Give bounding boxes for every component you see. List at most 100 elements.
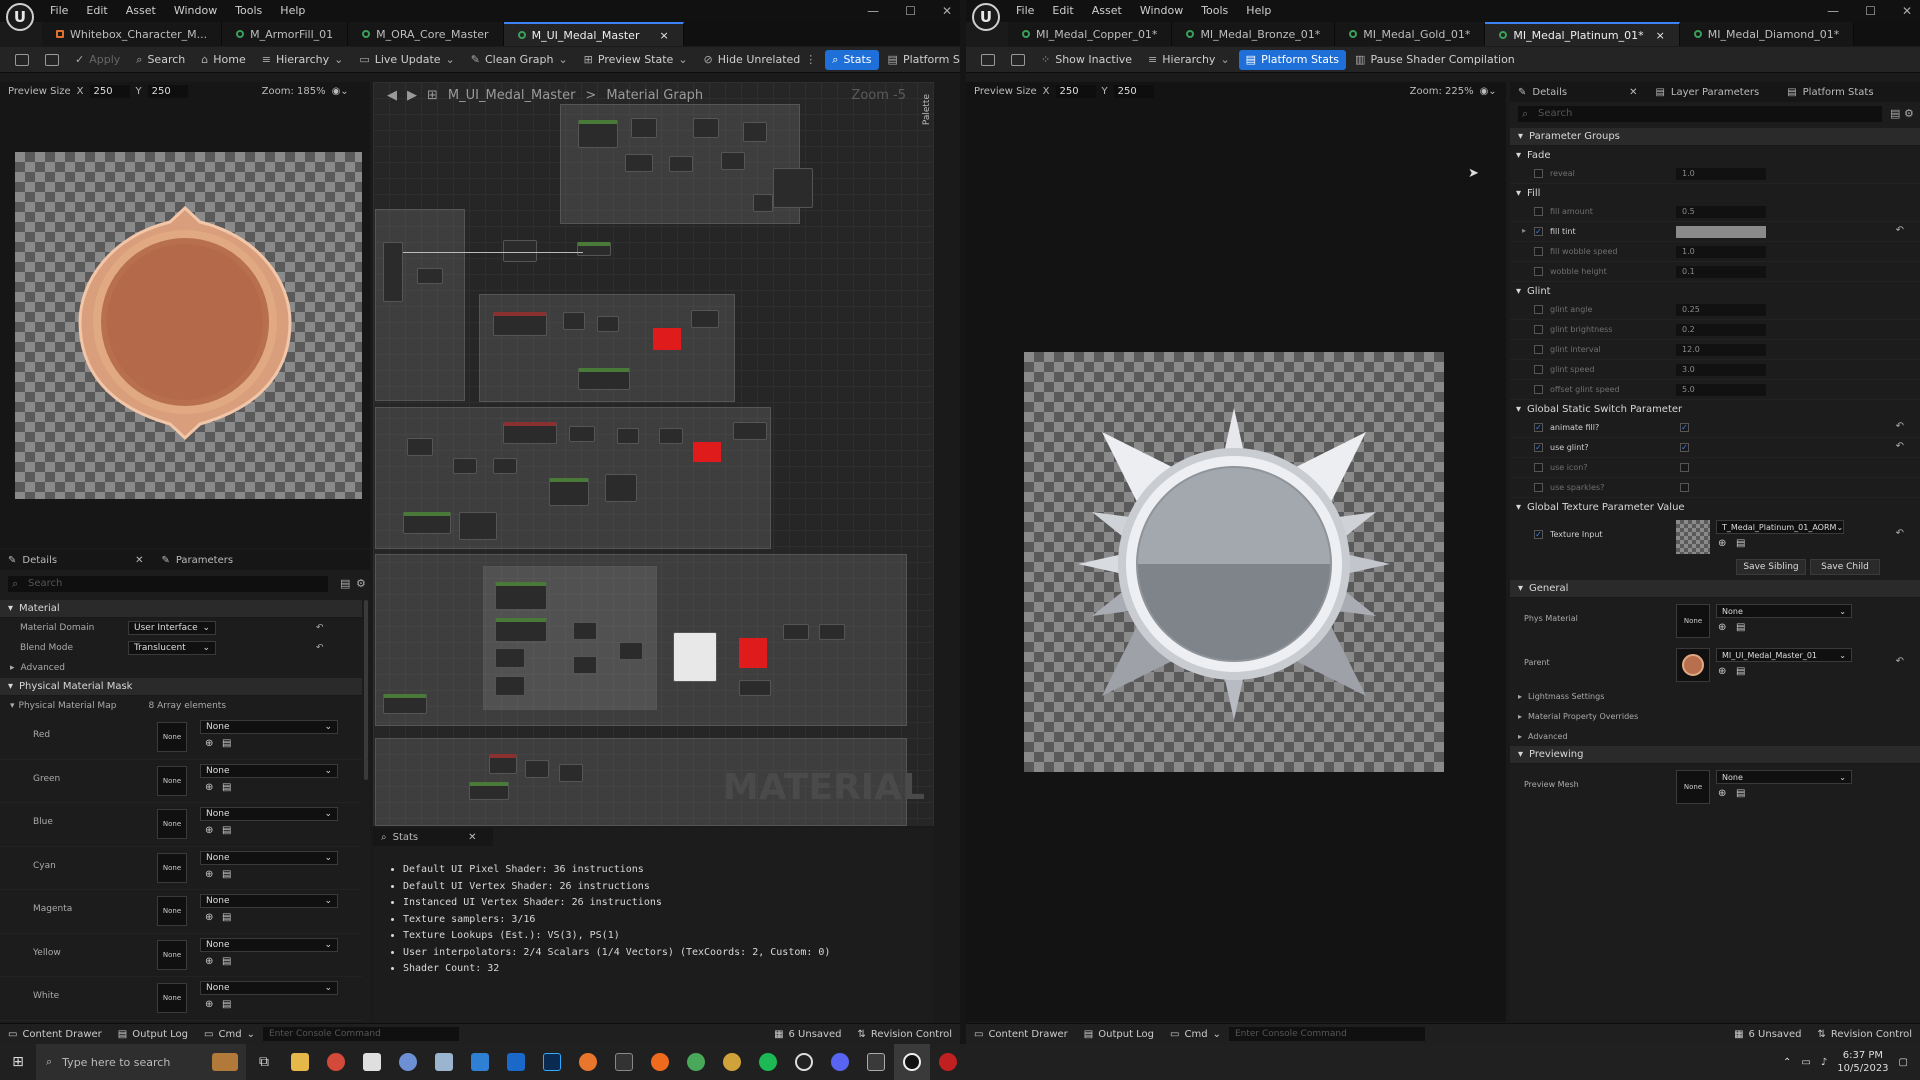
taskbar-search-input[interactable]: ⌕ Type here to search [36,1044,246,1080]
red-color-node[interactable] [653,328,681,350]
tray-chevron-icon[interactable]: ⌃ [1783,1057,1791,1068]
channel-dropdown[interactable]: None ⌄ [200,763,338,778]
reset-arrow-icon[interactable]: ↶ [316,623,324,633]
graph-node[interactable] [753,194,773,212]
graph-node[interactable] [569,426,595,442]
content-drawer-button[interactable]: ▭ Content Drawer [966,1029,1076,1040]
group-static-switch[interactable]: ▾ Global Static Switch Parameter [1510,400,1920,418]
browse-asset-icon[interactable]: ⊕ [1718,788,1726,799]
graph-node[interactable] [503,240,537,262]
asset-thumbnail[interactable] [1676,648,1710,682]
browse-icon[interactable] [38,50,66,70]
browse-asset-icon[interactable]: ⊕ [205,782,213,793]
channel-thumbnail[interactable]: None [157,765,187,796]
graph-node[interactable] [383,242,403,302]
cmd-dropdown[interactable]: ▭ Cmd ⌄ [1162,1029,1229,1040]
folder-icon[interactable]: ▤ [222,956,231,967]
discord-icon[interactable] [822,1044,858,1080]
reset-arrow-icon[interactable]: ↶ [316,643,324,653]
override-checkbox[interactable] [1534,463,1543,472]
graph-node[interactable] [631,118,657,138]
revision-control-button[interactable]: ⇅ Revision Control [849,1029,960,1040]
photoshop-icon[interactable] [534,1044,570,1080]
graph-node[interactable] [721,152,745,170]
breadcrumb-root[interactable]: M_UI_Medal_Master [448,88,576,103]
graph-node[interactable] [578,120,618,148]
browse-asset-icon[interactable]: ⊕ [205,912,213,923]
chrome-profile-icon[interactable] [714,1044,750,1080]
parameter-value-field[interactable]: 3.0 [1676,364,1766,376]
close-tab-icon[interactable]: × [1656,29,1665,42]
graph-node[interactable] [783,624,809,640]
browse-icon[interactable] [1004,50,1032,70]
graph-node[interactable] [493,458,517,474]
hierarchy-button[interactable]: ≡ Hierarchy ⌄ [1141,50,1237,70]
override-checkbox[interactable] [1534,325,1543,334]
red-color-node[interactable] [739,638,767,668]
parameter-value-field[interactable]: 0.5 [1676,206,1766,218]
graph-node[interactable] [669,156,693,172]
save-child-button[interactable]: Save Child [1810,559,1880,575]
asset-dropdown[interactable]: MI_UI_Medal_Master_01 ⌄ [1716,648,1852,662]
asset-dropdown[interactable]: None ⌄ [1716,604,1852,618]
task-view-icon[interactable]: ⧉ [246,1044,282,1080]
windows-start-icon[interactable]: ⊞ [0,1044,36,1080]
unsaved-button[interactable]: ▦ 6 Unsaved [766,1029,849,1040]
switch-value-checkbox[interactable] [1680,463,1689,472]
volume-icon[interactable]: ♪ [1821,1057,1827,1068]
app-icon[interactable] [390,1044,426,1080]
reset-arrow-icon[interactable]: ↶ [1896,528,1904,539]
texture-thumbnail[interactable] [1676,520,1710,554]
graph-node[interactable] [559,764,583,782]
browse-asset-icon[interactable]: ⊕ [205,999,213,1010]
unreal-icon[interactable] [786,1044,822,1080]
comment-box[interactable] [375,209,465,401]
unreal-active-icon[interactable] [894,1044,930,1080]
tab-details[interactable]: Details [1532,87,1567,98]
channel-dropdown[interactable]: None ⌄ [200,937,338,952]
preview-y-field[interactable]: 250 [147,84,188,98]
menu-window[interactable]: Window [174,4,217,17]
graph-node[interactable] [617,428,639,444]
folder-icon[interactable]: ▤ [1736,788,1745,799]
texture-sample-node[interactable] [673,632,717,682]
tab-platform-stats[interactable]: Platform Stats [1803,87,1874,98]
material-property-overrides-row[interactable]: ▸ Material Property Overrides [1510,706,1920,726]
preview-state-button[interactable]: ⊞ Preview State ⌄ [577,50,695,70]
parameter-value-field[interactable]: 1.0 [1676,168,1766,180]
override-checkbox[interactable] [1534,345,1543,354]
parameter-value-field[interactable]: 0.1 [1676,266,1766,278]
output-log-button[interactable]: ▤ Output Log [110,1029,196,1040]
chrome-icon[interactable] [318,1044,354,1080]
browse-asset-icon[interactable]: ⊕ [205,956,213,967]
maximize-icon[interactable]: ☐ [1865,4,1876,18]
chrome-icon[interactable] [678,1044,714,1080]
menu-file[interactable]: File [50,4,68,17]
graph-node[interactable] [495,676,525,696]
channel-thumbnail[interactable]: None [157,896,187,926]
graph-node[interactable] [659,428,683,444]
parameter-value-field[interactable]: 0.2 [1676,324,1766,336]
menu-window[interactable]: Window [1140,4,1183,17]
folder-icon[interactable]: ▤ [222,912,231,923]
settings-icon[interactable]: ⚙ [356,577,366,590]
graph-node[interactable] [407,438,433,456]
menu-tools[interactable]: Tools [1201,4,1228,17]
platform-stats-button[interactable]: ▤ Platform Stats [1238,49,1347,70]
recording-icon[interactable] [930,1044,966,1080]
parameter-value-field[interactable]: 5.0 [1676,384,1766,396]
save-icon[interactable] [974,50,1002,70]
texture-dropdown[interactable]: T_Medal_Platinum_01_AORM ⌄ [1716,520,1844,534]
tab-medal-copper[interactable]: MI_Medal_Copper_01* [1008,22,1173,46]
photos-icon[interactable] [426,1044,462,1080]
menu-tools[interactable]: Tools [235,4,262,17]
lightmass-settings-row[interactable]: ▸ Lightmass Settings [1510,686,1920,706]
home-button[interactable]: ⌂ Home [194,50,252,70]
graph-node[interactable] [773,168,813,208]
stats-tab[interactable]: ⌕ Stats ✕ [373,828,493,846]
tab-layer-parameters[interactable]: Layer Parameters [1671,87,1759,98]
gmail-icon[interactable] [354,1044,390,1080]
channel-thumbnail[interactable]: None [157,983,187,1013]
group-fill[interactable]: ▾ Fill [1510,184,1920,202]
hierarchy-button[interactable]: ≡ Hierarchy ⌄ [255,50,351,70]
